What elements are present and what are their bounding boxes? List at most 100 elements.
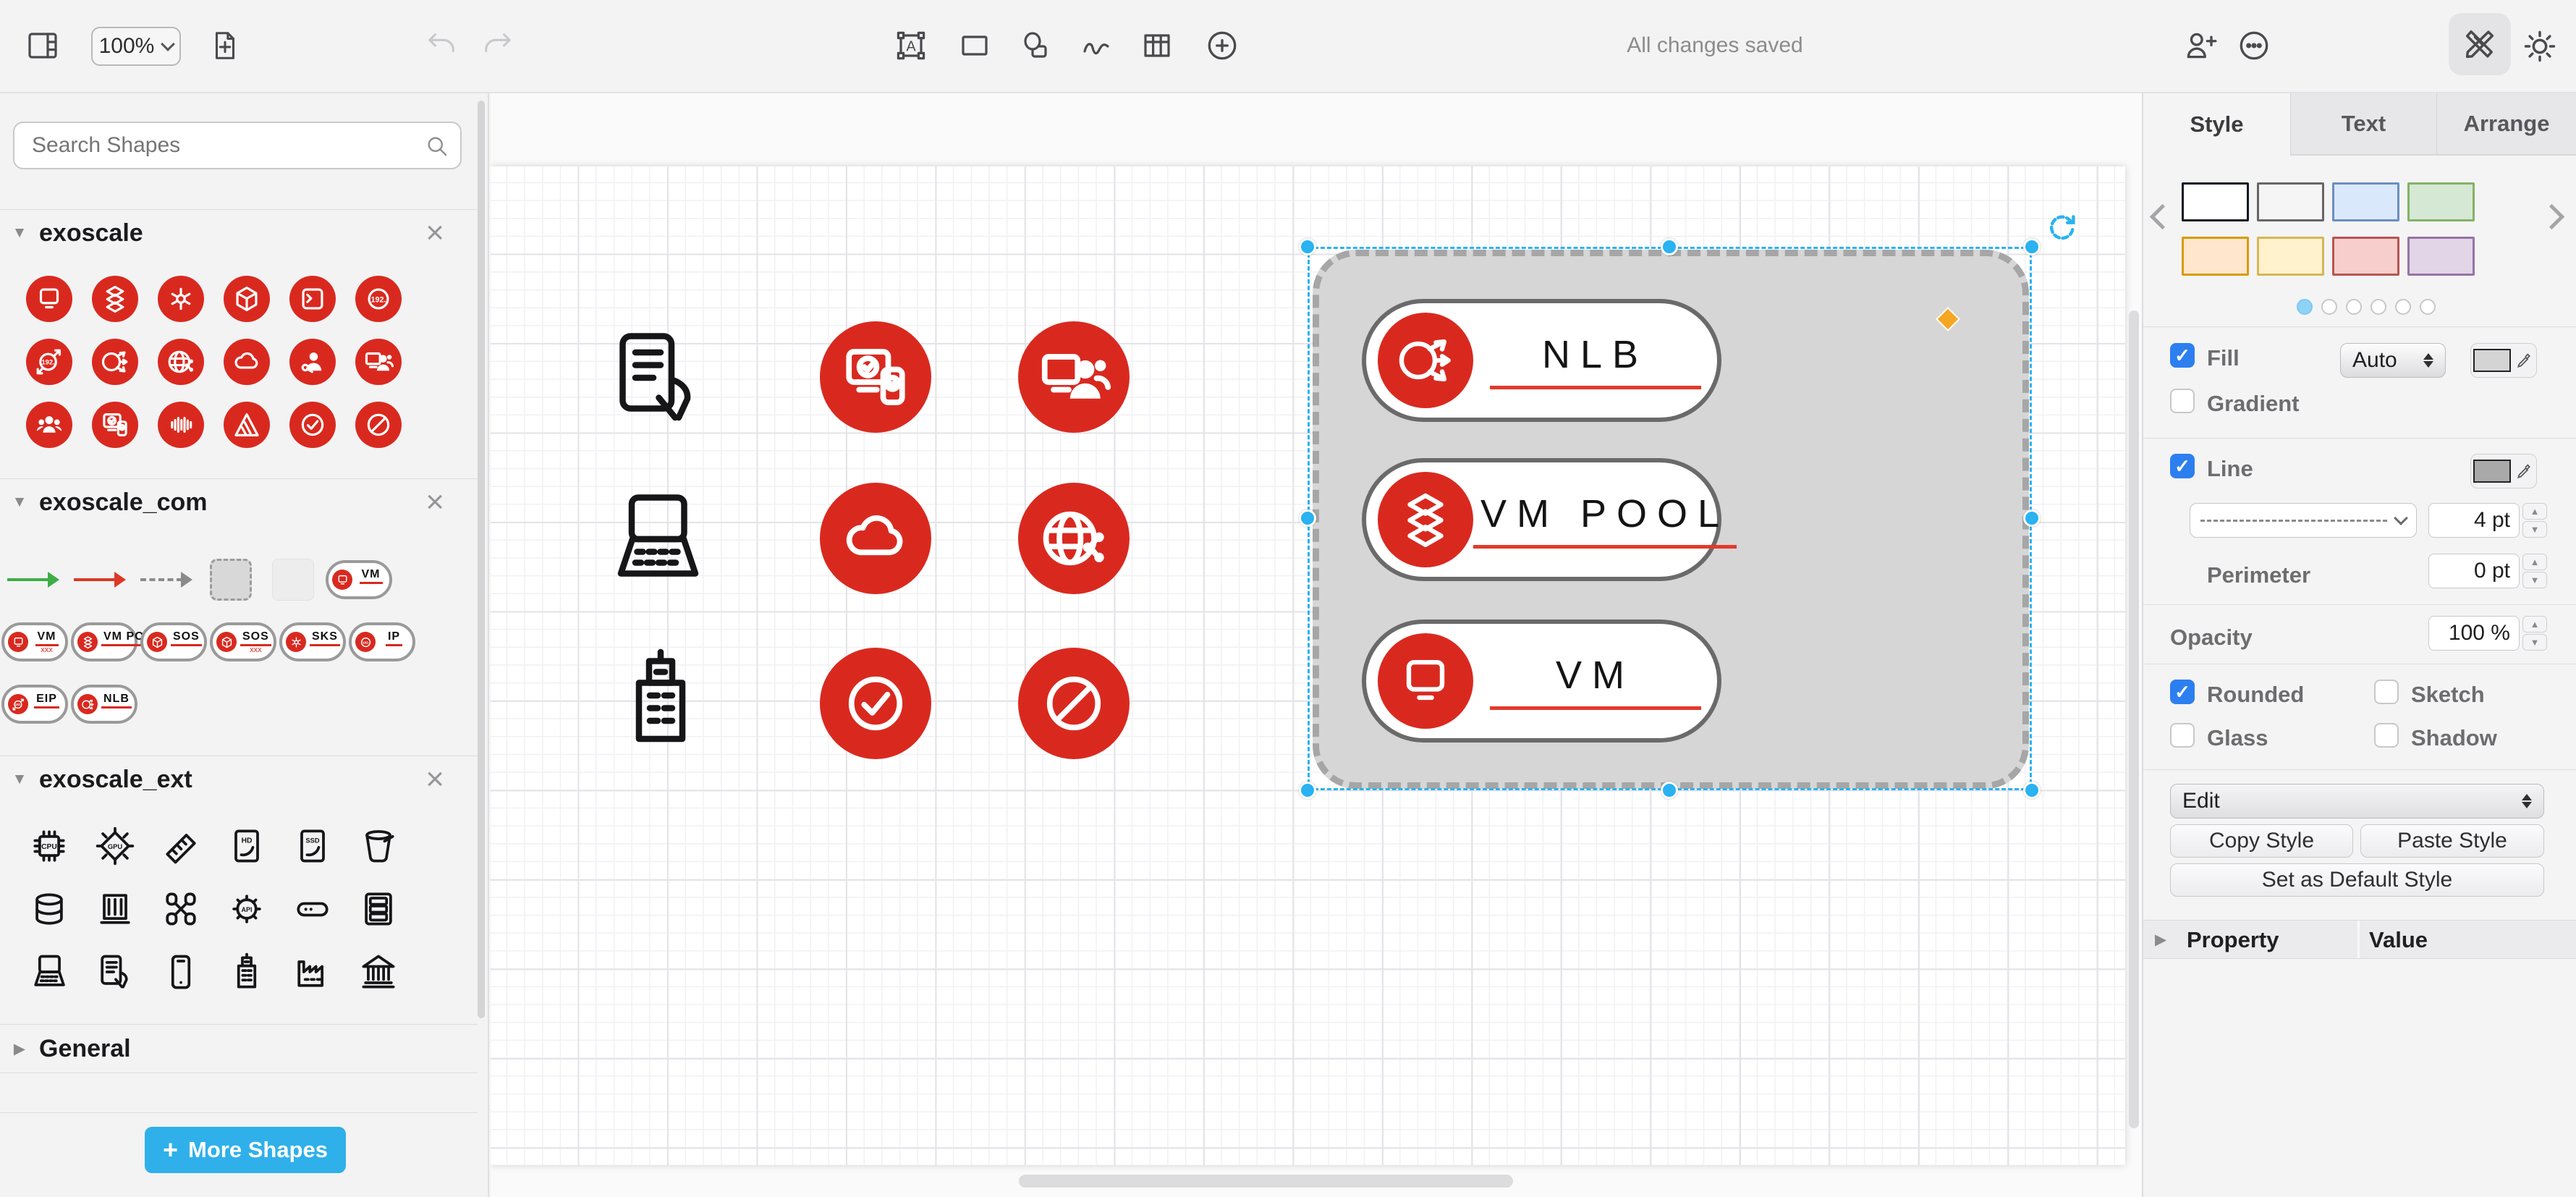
palette-shape[interactable] <box>26 276 72 322</box>
palette-shape[interactable] <box>355 949 402 995</box>
palette-shape[interactable] <box>355 276 402 322</box>
carousel-dot[interactable] <box>2395 299 2411 315</box>
close-section-icon[interactable]: × <box>425 486 444 518</box>
rectangle-tool-button[interactable] <box>957 28 993 64</box>
resize-handle-ne[interactable] <box>2023 238 2041 255</box>
section-header-exoscale[interactable]: ▼ exoscale × <box>0 209 478 256</box>
canvas-shape-dns-globe[interactable] <box>1018 483 1130 594</box>
resize-handle-nw[interactable] <box>1299 238 1316 255</box>
palette-shape[interactable] <box>158 402 204 448</box>
tab-style[interactable]: Style <box>2143 93 2290 156</box>
palette-shape[interactable] <box>92 823 138 869</box>
line-width-stepper[interactable]: ▲▼ <box>2522 503 2547 538</box>
palette-shape-pill[interactable]: SOS <box>140 622 207 661</box>
section-header-exoscale-com[interactable]: ▼ exoscale_com × <box>0 478 478 525</box>
share-button[interactable] <box>2182 28 2219 64</box>
plain-zone-shape[interactable] <box>272 559 314 601</box>
undo-button[interactable] <box>424 28 460 64</box>
resize-handle-e[interactable] <box>2023 509 2041 527</box>
palette-shape[interactable] <box>92 949 138 995</box>
palette-shape[interactable] <box>224 402 270 448</box>
property-table-header[interactable]: ▶ Property Value <box>2143 920 2576 959</box>
carousel-dot-active[interactable] <box>2297 299 2313 315</box>
palette-shape[interactable] <box>158 823 204 869</box>
canvas-shape-allowed[interactable] <box>820 648 931 759</box>
vm-pill-shape[interactable]: VM <box>326 560 392 599</box>
palette-shape-pill[interactable]: EIP <box>1 685 68 724</box>
palette-shape-pill[interactable]: VM POOL <box>71 622 137 661</box>
more-shapes-button[interactable]: + More Shapes <box>145 1127 346 1173</box>
palette-shape-pill[interactable]: IP <box>349 622 415 661</box>
canvas-shape-office-building[interactable] <box>603 641 719 757</box>
canvas-shape-two-factor[interactable] <box>820 321 931 433</box>
copy-style-button[interactable]: Copy Style <box>2170 824 2353 858</box>
swatch-next-icon[interactable] <box>2539 204 2564 229</box>
line-color-button[interactable] <box>2470 454 2537 488</box>
palette-shape-pill[interactable]: SOSxxx <box>210 622 276 661</box>
palette-shape[interactable] <box>289 276 336 322</box>
palette-shape[interactable] <box>158 886 204 932</box>
palette-shape[interactable] <box>224 276 270 322</box>
palette-shape[interactable] <box>26 339 72 385</box>
style-swatch[interactable] <box>2257 182 2324 221</box>
carousel-dot[interactable] <box>2420 299 2436 315</box>
palette-shape[interactable] <box>289 949 336 995</box>
line-style-select[interactable] <box>2190 503 2417 538</box>
theme-brightness-button[interactable] <box>2520 26 2560 67</box>
carousel-dot[interactable] <box>2346 299 2362 315</box>
palette-shape-pill[interactable]: SKS <box>279 622 346 661</box>
red-arrow-shape[interactable] <box>74 578 126 581</box>
canvas-shape-denied[interactable] <box>1018 648 1130 759</box>
style-swatch[interactable] <box>2332 182 2399 221</box>
opacity-input[interactable]: 100 % <box>2428 616 2520 651</box>
search-input[interactable] <box>13 122 462 169</box>
palette-shape[interactable] <box>355 823 402 869</box>
palette-shape[interactable] <box>26 886 72 932</box>
palette-shape[interactable] <box>355 886 402 932</box>
glass-checkbox[interactable] <box>2170 723 2195 748</box>
freehand-tool-button[interactable] <box>1078 28 1114 64</box>
tab-text[interactable]: Text <box>2290 93 2436 156</box>
fill-color-button[interactable] <box>2470 343 2537 378</box>
palette-shape[interactable] <box>224 339 270 385</box>
close-section-icon[interactable]: × <box>425 217 444 249</box>
perimeter-input[interactable]: 0 pt <box>2428 554 2520 588</box>
edit-style-select[interactable]: Edit <box>2170 784 2544 819</box>
palette-shape-pill[interactable]: VMxxx <box>1 622 68 661</box>
resize-handle-s[interactable] <box>1661 782 1678 799</box>
gradient-checkbox[interactable] <box>2170 389 2195 413</box>
sketch-theme-toggle[interactable] <box>2449 13 2511 75</box>
palette-shape[interactable] <box>158 276 204 322</box>
panel-scrollbar[interactable] <box>478 101 485 1018</box>
palette-shape[interactable] <box>355 402 402 448</box>
section-header-exoscale-ext[interactable]: ▼ exoscale_ext × <box>0 756 478 803</box>
palette-shape[interactable] <box>289 402 336 448</box>
canvas-shape-laptop[interactable] <box>599 481 715 597</box>
table-tool-button[interactable] <box>1139 28 1175 64</box>
palette-shape[interactable] <box>92 276 138 322</box>
sketch-checkbox[interactable] <box>2374 680 2399 704</box>
carousel-dot[interactable] <box>2321 299 2337 315</box>
dashed-arrow-shape[interactable] <box>140 578 192 581</box>
resize-handle-sw[interactable] <box>1299 782 1316 799</box>
set-default-style-button[interactable]: Set as Default Style <box>2170 863 2544 897</box>
line-width-input[interactable]: 4 pt <box>2428 503 2520 538</box>
palette-shape[interactable] <box>158 949 204 995</box>
dashed-zone-shape[interactable] <box>210 559 252 601</box>
swatch-prev-icon[interactable] <box>2150 204 2175 229</box>
text-tool-button[interactable]: A <box>893 28 929 64</box>
resize-handle-n[interactable] <box>1661 238 1678 255</box>
resize-handle-w[interactable] <box>1299 509 1316 527</box>
more-actions-button[interactable] <box>2236 28 2272 64</box>
close-section-icon[interactable]: × <box>425 764 444 795</box>
diagram-canvas[interactable]: NLB VM POOL VM <box>491 93 2142 1197</box>
palette-shape-pill[interactable]: NLB <box>71 685 137 724</box>
style-swatch[interactable] <box>2257 237 2324 276</box>
palette-shape[interactable] <box>355 339 402 385</box>
section-header-general[interactable]: ▶ General <box>0 1024 478 1073</box>
canvas-hscrollbar[interactable] <box>1019 1175 1513 1188</box>
shadow-checkbox[interactable] <box>2374 723 2399 748</box>
line-checkbox[interactable]: ✓ <box>2170 454 2195 478</box>
style-swatch[interactable] <box>2332 237 2399 276</box>
tab-arrange[interactable]: Arrange <box>2436 93 2576 156</box>
